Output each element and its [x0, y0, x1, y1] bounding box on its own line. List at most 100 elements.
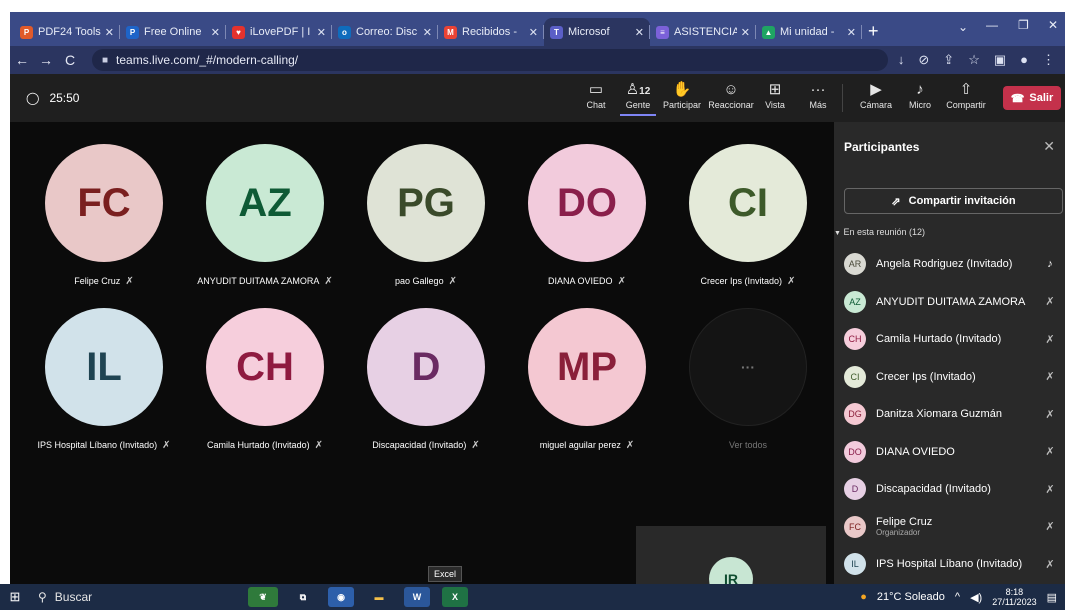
browser-tab[interactable]: M Recibidos - ✕	[438, 18, 544, 46]
browser-tab[interactable]: o Correo: Disc ✕	[332, 18, 438, 46]
browser-tab[interactable]: P PDF24 Tools ✕	[14, 18, 120, 46]
windows-start-icon[interactable]: ⊞	[0, 589, 30, 605]
people-button[interactable]: ♙12 Gente	[620, 80, 656, 116]
menu-icon[interactable]: ⋮	[1042, 52, 1055, 68]
browser-tab[interactable]: P Free Online ✕	[120, 18, 226, 46]
tab-close-icon[interactable]: ✕	[317, 26, 326, 39]
participant-name-row: pao Gallego ✗	[346, 276, 506, 287]
leave-button[interactable]: ☎ Salir	[1003, 86, 1061, 110]
tab-favicon-icon: P	[126, 25, 139, 39]
in-meeting-section[interactable]: ▼ En esta reunión (12)	[834, 227, 925, 237]
divider	[842, 84, 843, 112]
close-icon[interactable]: ✕	[1043, 138, 1055, 155]
close-window-icon[interactable]: ✕	[1048, 18, 1058, 32]
participant-role: Organizador	[876, 528, 921, 537]
participant-tile[interactable]: PG pao Gallego ✗	[346, 144, 506, 287]
word-icon[interactable]: W	[404, 587, 430, 607]
mic-icon: ♪	[916, 81, 924, 98]
tab-close-icon[interactable]: ✕	[211, 26, 220, 39]
volume-icon[interactable]: ◀)	[970, 591, 982, 604]
mic-off-icon: ✗	[1045, 446, 1055, 458]
tab-close-icon[interactable]: ✕	[635, 26, 644, 39]
participant-row[interactable]: FC Felipe Cruz Organizador ✗	[844, 513, 1059, 541]
back-icon[interactable]: ←	[10, 52, 34, 68]
participant-tile[interactable]: DO DIANA OVIEDO ✗	[507, 144, 667, 287]
participant-tile[interactable]: FC Felipe Cruz ✗	[24, 144, 184, 287]
task-view-icon[interactable]: ⧉	[290, 587, 316, 607]
participant-row[interactable]: AZ ANYUDIT DUITAMA ZAMORA ✗	[844, 288, 1059, 316]
tab-close-icon[interactable]: ✕	[529, 26, 538, 39]
weather-text[interactable]: 21°C Soleado	[877, 591, 945, 603]
share-invite-button[interactable]: ⇗ Compartir invitación	[844, 188, 1063, 214]
more-label: Más	[809, 100, 827, 110]
download-icon[interactable]: ↓	[898, 52, 905, 68]
participant-row[interactable]: DO DIANA OVIEDO ✗	[844, 438, 1059, 466]
participant-row[interactable]: DG Danitza Xiomara Guzmán ✗	[844, 400, 1059, 428]
clock[interactable]: 8:18 27/11/2023	[992, 587, 1036, 607]
share-icon[interactable]: ⇪	[943, 52, 954, 68]
mic-off-icon: ✗	[1045, 558, 1055, 571]
mic-button[interactable]: ♪ Micro	[906, 80, 934, 110]
tray-chevron-icon[interactable]: ^	[955, 591, 960, 603]
address-bar[interactable]: ■ teams.live.com/_#/modern-calling/	[92, 49, 888, 71]
participant-row[interactable]: AR Angela Rodriguez (Invitado) ♪	[844, 250, 1059, 278]
participant-info: DIANA OVIEDO	[876, 446, 1041, 458]
new-tab-icon[interactable]: +	[868, 21, 879, 42]
forward-icon[interactable]: →	[34, 52, 58, 68]
mic-off-icon: ✗	[324, 276, 333, 287]
tab-close-icon[interactable]: ✕	[847, 26, 856, 39]
camera-button[interactable]: ▶ Cámara	[860, 80, 892, 110]
chrome-icon[interactable]: ◉	[328, 587, 354, 607]
star-icon[interactable]: ☆	[968, 52, 980, 68]
participant-avatar: AZ	[844, 290, 866, 313]
participant-tile[interactable]: CH Camila Hurtado (Invitado) ✗	[185, 308, 345, 451]
caret-down-icon: ▼	[834, 230, 841, 237]
browser-tab[interactable]: ≡ ASISTENCIA ✕	[650, 18, 756, 46]
chat-button[interactable]: ▭ Chat	[582, 80, 610, 110]
participant-tile[interactable]: CI Crecer Ips (Invitado) ✗	[668, 144, 828, 287]
tab-close-icon[interactable]: ✕	[423, 26, 432, 39]
tab-search-icon[interactable]: ⌄	[958, 20, 968, 34]
participant-name-row: Discapacidad (Invitado) ✗	[346, 440, 506, 451]
view-all-tile[interactable]: ··· Ver todos	[668, 308, 828, 450]
meeting-timer: ◯ 25:50	[26, 91, 79, 105]
sidepanel-icon[interactable]: ▣	[994, 52, 1006, 68]
participant-tile[interactable]: D Discapacidad (Invitado) ✗	[346, 308, 506, 451]
participant-row[interactable]: CI Crecer Ips (Invitado) ✗	[844, 363, 1059, 391]
participant-tile[interactable]: AZ ANYUDIT DUITAMA ZAMORA ✗	[185, 144, 345, 287]
reload-icon[interactable]: C	[58, 52, 82, 68]
eye-off-icon[interactable]: ⊘	[918, 52, 929, 68]
tab-close-icon[interactable]: ✕	[105, 26, 114, 39]
mic-off-icon: ✗	[471, 440, 480, 451]
url-text: teams.live.com/_#/modern-calling/	[116, 53, 299, 67]
participant-tile[interactable]: MP miguel aguilar perez ✗	[507, 308, 667, 451]
people-icon-row: ♙12	[620, 80, 656, 100]
minimize-icon[interactable]: —	[986, 18, 998, 32]
browser-tab[interactable]: T Microsof ✕	[544, 18, 650, 46]
browser-tab[interactable]: ▲ Mi unidad - ✕	[756, 18, 862, 46]
tab-close-icon[interactable]: ✕	[741, 26, 750, 39]
mic-off-icon: ✗	[125, 276, 134, 287]
react-button[interactable]: ☺ Reaccionar	[708, 80, 754, 110]
share-invite-label: Compartir invitación	[908, 195, 1016, 207]
mic-off-icon: ✗	[314, 440, 323, 451]
share-button[interactable]: ⇧ Compartir	[944, 80, 988, 110]
profile-avatar[interactable]: ●	[1020, 52, 1028, 68]
raise-hand-button[interactable]: ✋ Participar	[662, 80, 702, 110]
notification-icon[interactable]: ▤	[1047, 591, 1057, 604]
browser-tab[interactable]: ♥ iLovePDF | I ✕	[226, 18, 332, 46]
more-button[interactable]: ··· Más	[806, 80, 830, 110]
mic-off-icon: ✗	[787, 276, 796, 287]
taskbar-search[interactable]: ⚲ Buscar	[38, 587, 208, 607]
restore-icon[interactable]: ❐	[1018, 18, 1029, 32]
file-explorer-icon[interactable]: ▬	[366, 587, 392, 607]
dragon-widget-icon[interactable]: ❦	[248, 587, 278, 607]
participant-row[interactable]: D Discapacidad (Invitado) ✗	[844, 475, 1059, 503]
participant-tile[interactable]: IL IPS Hospital Líbano (Invitado) ✗	[24, 308, 184, 451]
participant-row[interactable]: CH Camila Hurtado (Invitado) ✗	[844, 325, 1059, 353]
view-button[interactable]: ⊞ Vista	[762, 80, 788, 110]
participant-row[interactable]: IL IPS Hospital Líbano (Invitado) ✗	[844, 550, 1059, 578]
excel-icon[interactable]: X	[442, 587, 468, 607]
people-icon: ♙	[625, 81, 640, 98]
participant-info: Discapacidad (Invitado)	[876, 483, 1041, 495]
